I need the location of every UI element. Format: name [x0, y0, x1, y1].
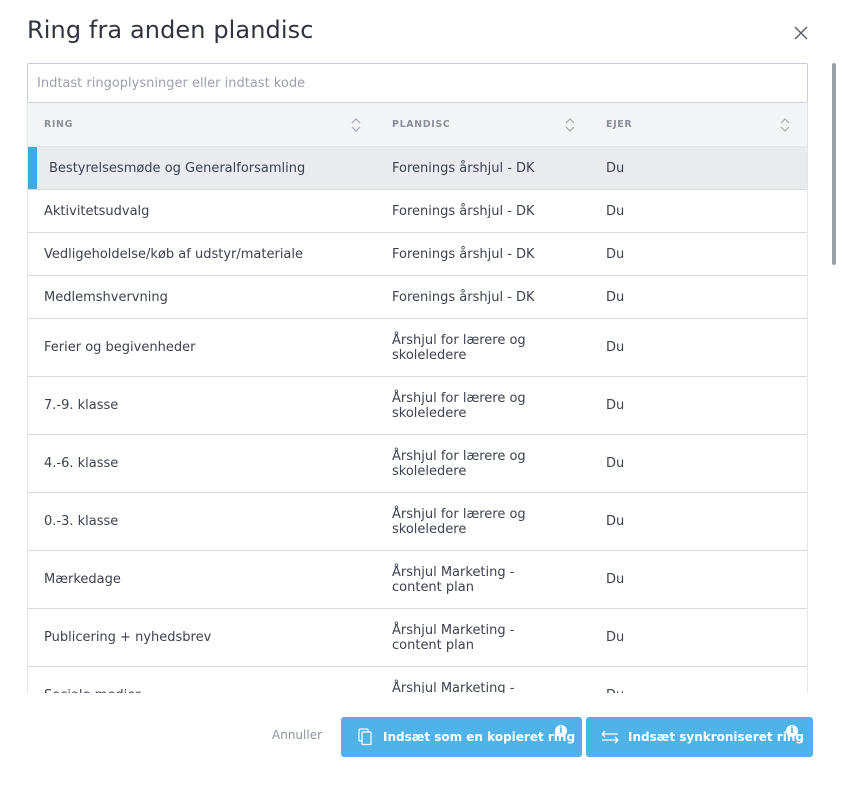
table-row[interactable]: Mærkedage Årshjul Marketing - content plan… [28, 551, 807, 609]
plandisc-cell: Årshjul for lærere og skoleledere [392, 493, 542, 550]
ring-name-cell: Aktivitetsudvalg [44, 203, 150, 219]
search-input[interactable] [27, 63, 808, 103]
plandisc-line: Årshjul for lærere og [392, 448, 526, 464]
table-row[interactable]: Publicering + nyhedsbrev Årshjul Marketin… [28, 609, 807, 667]
owner-cell: Du [606, 246, 625, 262]
ring-name-cell: Medlemshvervning [44, 289, 168, 305]
ring-name-cell: 0.-3. klasse [44, 514, 119, 529]
owner-cell: Du [606, 203, 625, 219]
insert-copied-ring-button[interactable]: Indsæt som en kopieret ring i [341, 717, 582, 757]
table-row[interactable]: Medlemshvervning Forenings årshjul - DK Du [28, 276, 807, 319]
ring-name-cell: Mærkedage [44, 572, 121, 587]
info-icon[interactable]: i [786, 725, 798, 737]
plandisc-cell: Årshjul Marketing -content plan [392, 667, 542, 694]
plandisc-cell: Forenings årshjul - DK [392, 147, 542, 189]
ring-name-cell: Bestyrelsesmøde og Generalforsamling [49, 160, 306, 176]
owner-cell: Du [606, 630, 625, 645]
plandisc-line: Årshjul Marketing - [392, 680, 515, 694]
owner-cell: Du [606, 456, 625, 471]
ring-name-cell: Vedligeholdelse/køb af udstyr/materiale [44, 246, 304, 262]
plandisc-line: Forenings årshjul - DK [392, 289, 535, 305]
plandisc-line: Årshjul Marketing - [392, 564, 515, 580]
sync-arrows-icon [601, 730, 619, 744]
sort-icon[interactable] [564, 117, 576, 133]
owner-cell: Du [606, 514, 625, 529]
scrollbar-thumb[interactable] [832, 63, 836, 265]
sort-icon[interactable] [779, 117, 791, 133]
column-header-ring[interactable]: RING [44, 103, 73, 147]
plandisc-line: Årshjul for lærere og [392, 332, 526, 348]
table-row[interactable]: Sociale medier Årshjul Marketing -content… [28, 667, 807, 693]
table-row[interactable]: Vedligeholdelse/køb af udstyr/materiale F… [28, 233, 807, 276]
ring-name-cell: 4.-6. klasse [44, 456, 119, 471]
owner-cell: Du [606, 572, 625, 587]
plandisc-line: skoleledere [392, 405, 467, 421]
insert-synced-ring-label: Indsæt synkroniseret ring [628, 730, 804, 744]
column-header-plandisc[interactable]: PLANDISC [392, 103, 450, 147]
plandisc-line: Forenings årshjul - DK [392, 203, 535, 219]
owner-cell: Du [606, 667, 726, 693]
plandisc-cell: Forenings årshjul - DK [392, 276, 542, 318]
table-row[interactable]: Aktivitetsudvalg Forenings årshjul - DK Du [28, 190, 807, 233]
close-icon[interactable] [790, 22, 812, 44]
selected-indicator [28, 147, 37, 189]
plandisc-line: content plan [392, 637, 474, 653]
plandisc-line: Forenings årshjul - DK [392, 160, 535, 176]
plandisc-line: Årshjul Marketing - [392, 622, 515, 638]
plandisc-cell: Forenings årshjul - DK [392, 190, 542, 232]
table-row[interactable]: 7.-9. klasse Årshjul for lærere og skolele… [28, 377, 807, 435]
sort-icon[interactable] [350, 117, 362, 133]
plandisc-line: skoleledere [392, 521, 467, 537]
ring-name-cell: Ferier og begivenheder [44, 340, 196, 355]
table-row[interactable]: 4.-6. klasse Årshjul for lærere og skolele… [28, 435, 807, 493]
plandisc-line: skoleledere [392, 347, 467, 363]
rings-table: RING PLANDISC EJER Bestyrelsesmøde og Ge… [27, 103, 808, 693]
table-body: Bestyrelsesmøde og Generalforsamling Fore… [28, 147, 807, 693]
plandisc-cell: Årshjul for lærere og skoleledere [392, 319, 542, 376]
plandisc-line: skoleledere [392, 463, 467, 479]
plandisc-line: Årshjul for lærere og [392, 390, 526, 406]
ring-name-cell: Publicering + nyhedsbrev [44, 630, 212, 645]
insert-copied-ring-label: Indsæt som en kopieret ring [383, 730, 576, 744]
plandisc-line: content plan [392, 579, 474, 595]
owner-cell: Du [606, 340, 625, 355]
plandisc-cell: Årshjul for lærere og skoleledere [392, 435, 542, 492]
dialog-title: Ring fra anden plandisc [27, 16, 314, 44]
table-row[interactable]: Bestyrelsesmøde og Generalforsamling Fore… [28, 147, 807, 190]
plandisc-cell: Årshjul Marketing -content plan [392, 551, 542, 608]
table-row[interactable]: 0.-3. klasse Årshjul for lærere og skolele… [28, 493, 807, 551]
table-row[interactable]: Ferier og begivenheder Årshjul for lærere… [28, 319, 807, 377]
insert-synced-ring-button[interactable]: Indsæt synkroniseret ring i [586, 717, 813, 757]
ring-name-cell: Sociale medier [44, 667, 374, 693]
owner-cell: Du [606, 289, 625, 305]
cancel-button[interactable]: Annuller [272, 728, 322, 742]
plandisc-cell: Årshjul Marketing -content plan [392, 609, 542, 666]
plandisc-line: Årshjul for lærere og [392, 506, 526, 522]
ring-name-cell: 7.-9. klasse [44, 398, 119, 413]
column-header-owner[interactable]: EJER [606, 103, 632, 147]
table-header: RING PLANDISC EJER [28, 103, 807, 147]
plandisc-cell: Forenings årshjul - DK [392, 233, 542, 275]
copy-icon [358, 728, 372, 746]
owner-cell: Du [606, 160, 625, 176]
plandisc-cell: Årshjul for lærere og skoleledere [392, 377, 542, 434]
plandisc-line: Forenings årshjul - DK [392, 246, 535, 262]
info-icon[interactable]: i [555, 725, 567, 737]
owner-cell: Du [606, 398, 625, 413]
